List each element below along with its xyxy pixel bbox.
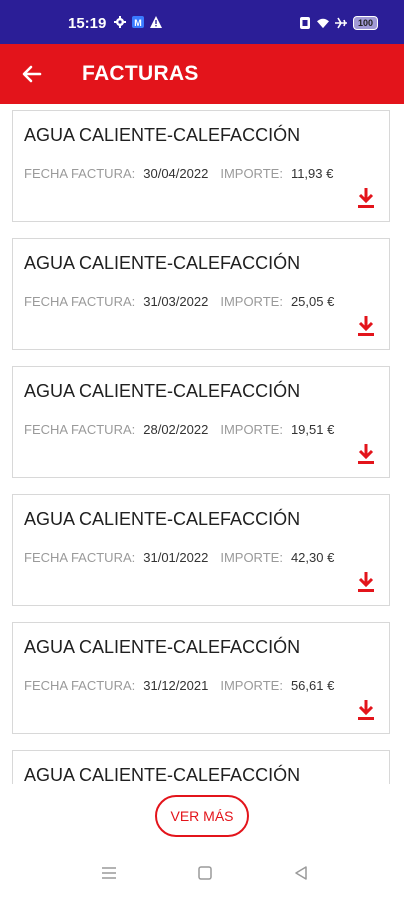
nfc-icon (299, 17, 310, 29)
invoice-title: AGUA CALIENTE-CALEFACCIÓN (24, 125, 301, 145)
airplane-icon (334, 17, 347, 29)
home-square-icon[interactable] (198, 866, 212, 880)
invoice-title: AGUA CALIENTE-CALEFACCIÓN (24, 765, 301, 784)
importe-label: IMPORTE: (220, 294, 283, 309)
arrow-left-icon[interactable] (20, 62, 44, 86)
importe-label: IMPORTE: (220, 166, 283, 181)
importe-value: 25,05 € (290, 294, 335, 309)
fecha-value: 31/03/2022 (143, 294, 209, 309)
fecha-label: FECHA FACTURA: (24, 550, 136, 565)
invoice-title: AGUA CALIENTE-CALEFACCIÓN (24, 637, 301, 657)
importe-value: 42,30 € (290, 550, 335, 565)
invoice-meta: FECHA FACTURA: 31/12/2021 IMPORTE: 56,61 € (24, 678, 346, 693)
fecha-label: FECHA FACTURA: (24, 166, 136, 181)
page-title: FACTURAS (82, 62, 199, 85)
invoice-title: AGUA CALIENTE-CALEFACCIÓN (24, 509, 301, 529)
settings-icon (114, 16, 126, 28)
fecha-label: FECHA FACTURA: (24, 422, 136, 437)
importe-label: IMPORTE: (220, 422, 283, 437)
fecha-value: 31/12/2021 (143, 678, 209, 693)
fecha-label: FECHA FACTURA: (24, 294, 136, 309)
invoice-card[interactable]: AGUA CALIENTE-CALEFACCIÓN FECHA FACTURA:… (12, 622, 390, 734)
invoice-card[interactable]: AGUA CALIENTE-CALEFACCIÓN (12, 750, 390, 784)
download-icon[interactable] (357, 571, 375, 593)
invoice-title: AGUA CALIENTE-CALEFACCIÓN (24, 253, 301, 273)
invoice-meta: FECHA FACTURA: 28/02/2022 IMPORTE: 19,51 € (24, 422, 346, 437)
app-bar: FACTURAS (0, 44, 404, 104)
wifi-icon (316, 18, 329, 29)
fecha-value: 30/04/2022 (143, 166, 209, 181)
menu-icon[interactable] (101, 866, 117, 880)
invoice-list[interactable]: AGUA CALIENTE-CALEFACCIÓN FECHA FACTURA:… (12, 110, 392, 784)
importe-label: IMPORTE: (220, 678, 283, 693)
invoice-title: AGUA CALIENTE-CALEFACCIÓN (24, 381, 301, 401)
invoice-card[interactable]: AGUA CALIENTE-CALEFACCIÓN FECHA FACTURA:… (12, 110, 390, 222)
importe-value: 19,51 € (290, 422, 335, 437)
importe-value: 56,61 € (290, 678, 335, 693)
fecha-label: FECHA FACTURA: (24, 678, 136, 693)
fecha-value: 31/01/2022 (143, 550, 209, 565)
invoice-card[interactable]: AGUA CALIENTE-CALEFACCIÓN FECHA FACTURA:… (12, 494, 390, 606)
invoice-meta: FECHA FACTURA: 30/04/2022 IMPORTE: 11,93 € (24, 166, 345, 181)
invoice-card[interactable]: AGUA CALIENTE-CALEFACCIÓN FECHA FACTURA:… (12, 366, 390, 478)
invoice-meta: FECHA FACTURA: 31/01/2022 IMPORTE: 42,30 € (24, 550, 346, 565)
invoice-meta: FECHA FACTURA: 31/03/2022 IMPORTE: 25,05 € (24, 294, 346, 309)
download-icon[interactable] (357, 315, 375, 337)
fecha-value: 28/02/2022 (143, 422, 209, 437)
invoice-card[interactable]: AGUA CALIENTE-CALEFACCIÓN FECHA FACTURA:… (12, 238, 390, 350)
system-nav-bar (0, 846, 404, 900)
ver-mas-button[interactable]: VER MÁS (155, 795, 249, 837)
svg-text:M: M (134, 18, 142, 28)
m-app-icon: M (132, 16, 144, 28)
warning-icon (150, 16, 162, 28)
battery-icon: 100 (352, 16, 378, 30)
download-icon[interactable] (357, 443, 375, 465)
back-triangle-icon[interactable] (294, 866, 308, 880)
importe-value: 11,93 € (290, 166, 334, 181)
importe-label: IMPORTE: (220, 550, 283, 565)
status-time: 15:19 (68, 15, 107, 32)
download-icon[interactable] (357, 187, 375, 209)
download-icon[interactable] (357, 699, 375, 721)
status-bar: 15:19 M 100 (0, 0, 404, 44)
